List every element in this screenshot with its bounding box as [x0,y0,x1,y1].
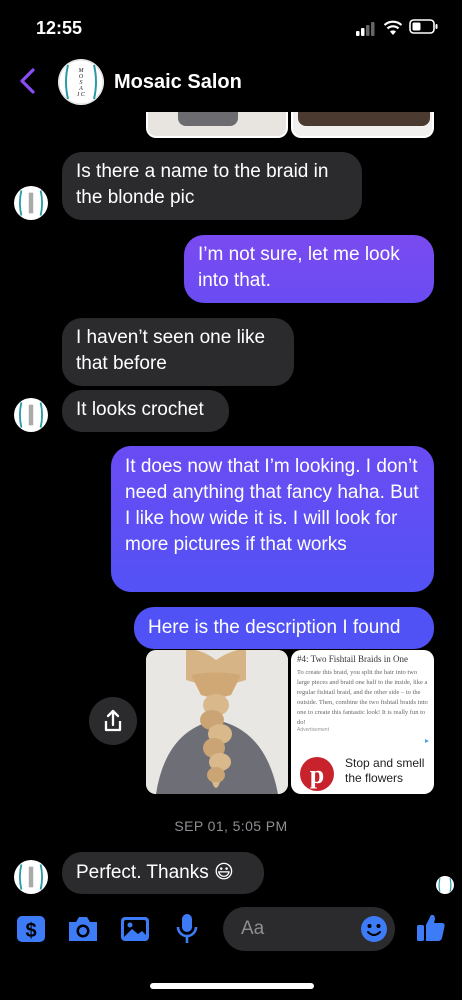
wifi-icon [383,20,403,41]
signal-icon [356,22,376,41]
previous-image-left[interactable] [146,112,288,138]
message-sent[interactable]: I’m not sure, let me look into that. [184,235,434,303]
like-button[interactable] [415,912,447,949]
message-sent[interactable]: It does now that I’m looking. I don’t ne… [111,446,434,592]
message-received[interactable]: I haven’t seen one like that before [62,318,294,386]
emoji-button[interactable] [360,915,388,948]
article-body: To create this braid, you split the hair… [297,669,428,726]
microphone-button[interactable] [174,912,200,951]
article-title: #4: Two Fishtail Braids in One [297,654,408,664]
share-icon [104,709,122,732]
svg-text:I C: I C [76,92,85,98]
timestamp: SEP 01, 5:05 PM [174,818,288,834]
message-input-placeholder: Aa [241,918,265,939]
ad-text: Stop and smell the flowers [345,756,425,785]
message-received[interactable]: Is there a name to the braid in the blon… [62,152,362,220]
sender-avatar[interactable] [14,186,48,220]
sender-avatar[interactable] [14,398,48,432]
contact-name[interactable]: Mosaic Salon [114,71,242,94]
read-receipt-avatar [436,876,454,894]
back-button[interactable] [16,67,38,100]
svg-text:p: p [310,760,324,789]
sender-avatar[interactable] [14,860,48,894]
previous-image-right[interactable] [291,112,434,138]
article-screenshot[interactable]: #4: Two Fishtail Braids in One To create… [291,650,434,794]
contact-avatar[interactable]: M O S A I C [58,59,104,105]
camera-button[interactable] [66,915,100,948]
braid-photo[interactable] [146,650,288,794]
pinterest-logo: p [297,754,337,794]
battery-icon [409,19,439,40]
home-indicator [150,983,314,989]
ad-label: Advertisement [297,727,329,733]
ad-choices-icon [424,731,430,743]
message-received[interactable]: Perfect. Thanks 😃 [62,852,264,894]
share-button[interactable] [89,697,137,745]
message-received[interactable]: It looks crochet [62,390,229,432]
photo-gallery-button[interactable] [120,915,150,948]
thumbs-up-icon [417,914,445,941]
message-sent[interactable]: Here is the description I found [134,607,434,649]
svg-text:$: $ [25,920,36,942]
status-time: 12:55 [36,18,83,38]
payment-button[interactable]: $ [16,915,46,948]
